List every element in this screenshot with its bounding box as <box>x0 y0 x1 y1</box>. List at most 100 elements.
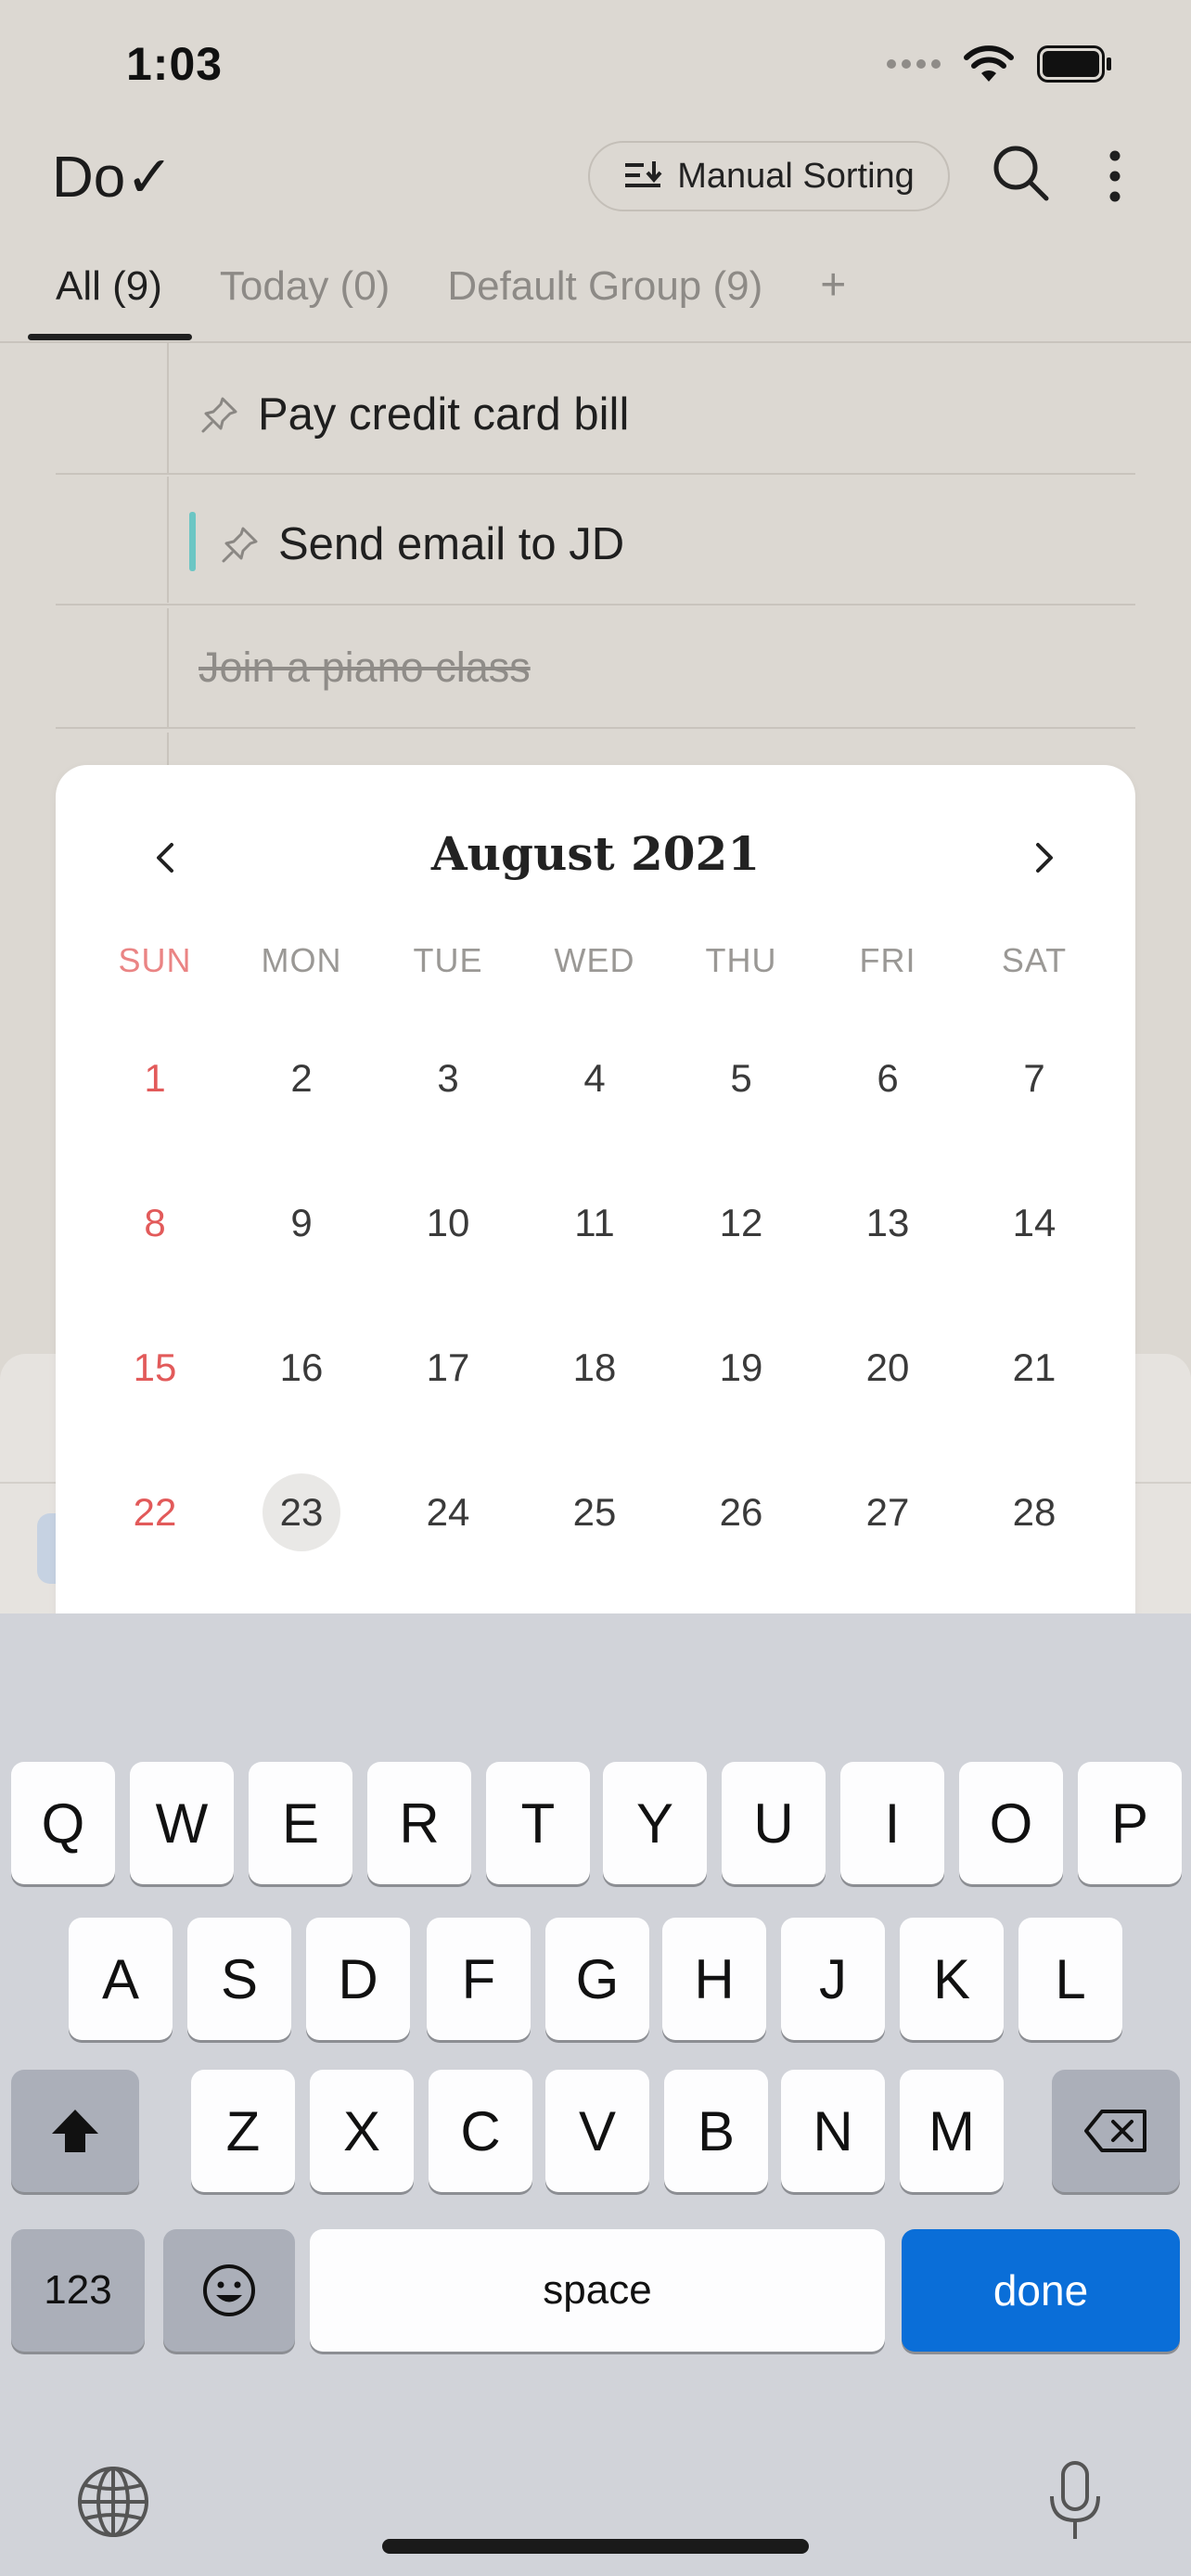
calendar-day[interactable]: 26 <box>702 1473 780 1551</box>
weekday-label: SUN <box>118 941 192 979</box>
key-d[interactable]: D <box>306 1918 410 2040</box>
pin-icon <box>222 527 258 563</box>
key-x[interactable]: X <box>310 2070 414 2192</box>
key-p[interactable]: P <box>1078 1762 1182 1884</box>
key-a[interactable]: A <box>69 1918 173 2040</box>
more-options-button[interactable] <box>1098 143 1132 210</box>
search-icon <box>993 146 1049 201</box>
app-title: Do✓ <box>52 146 174 210</box>
key-r[interactable]: R <box>367 1762 471 1884</box>
calendar-day[interactable]: 15 <box>116 1329 194 1407</box>
backspace-key[interactable] <box>1052 2070 1180 2192</box>
key-e[interactable]: E <box>249 1762 352 1884</box>
task-title: Pay credit card bill <box>258 389 630 440</box>
backspace-icon <box>1084 2110 1146 2152</box>
key-n[interactable]: N <box>781 2070 885 2192</box>
calendar-day[interactable]: 7 <box>995 1039 1073 1117</box>
calendar-day[interactable]: 10 <box>409 1184 487 1262</box>
task-item[interactable]: Send email to JD <box>221 512 624 577</box>
key-y[interactable]: Y <box>603 1762 707 1884</box>
row-divider <box>56 727 1135 729</box>
row-divider <box>56 604 1135 606</box>
key-z[interactable]: Z <box>191 2070 295 2192</box>
task-title: Join a piano class <box>198 644 531 691</box>
key-w[interactable]: W <box>130 1762 234 1884</box>
calendar-day[interactable]: 24 <box>409 1473 487 1551</box>
calendar-day[interactable]: 5 <box>702 1039 780 1117</box>
done-key[interactable]: done <box>902 2229 1180 2352</box>
key-k[interactable]: K <box>900 1918 1004 2040</box>
task-color-tag <box>189 512 196 571</box>
calendar-day[interactable]: 27 <box>849 1473 927 1551</box>
key-u[interactable]: U <box>722 1762 826 1884</box>
weekday-label: WED <box>554 941 635 979</box>
key-i[interactable]: I <box>840 1762 944 1884</box>
key-q[interactable]: Q <box>11 1762 115 1884</box>
tab-default-group[interactable]: Default Group (9) <box>447 254 762 310</box>
status-time: 1:03 <box>126 38 224 90</box>
timeline-divider <box>167 477 169 603</box>
key-o[interactable]: O <box>959 1762 1063 1884</box>
numbers-key[interactable]: 123 <box>11 2229 145 2352</box>
row-divider <box>56 473 1135 475</box>
tab-all[interactable]: All (9) <box>28 254 192 340</box>
weekday-label: THU <box>705 941 777 979</box>
tabs-divider <box>0 341 1191 343</box>
calendar-day[interactable]: 14 <box>995 1184 1073 1262</box>
timeline-divider <box>167 608 169 727</box>
calendar-day[interactable]: 23 <box>263 1473 340 1551</box>
calendar-day[interactable]: 18 <box>556 1329 634 1407</box>
next-month-button[interactable] <box>1017 830 1072 886</box>
emoji-key[interactable] <box>163 2229 295 2352</box>
key-g[interactable]: G <box>545 1918 649 2040</box>
calendar-day[interactable]: 20 <box>849 1329 927 1407</box>
globe-icon[interactable] <box>76 2465 150 2539</box>
group-tabs: All (9) Today (0) Default Group (9) + <box>28 254 846 343</box>
calendar-day[interactable]: 1 <box>116 1039 194 1117</box>
key-h[interactable]: H <box>662 1918 766 2040</box>
shift-icon <box>52 2110 98 2152</box>
add-group-button[interactable]: + <box>820 254 846 311</box>
key-c[interactable]: C <box>429 2070 532 2192</box>
calendar-day[interactable]: 3 <box>409 1039 487 1117</box>
key-l[interactable]: L <box>1018 1918 1122 2040</box>
key-j[interactable]: J <box>781 1918 885 2040</box>
calendar-day[interactable]: 17 <box>409 1329 487 1407</box>
more-vertical-icon <box>1109 150 1121 202</box>
calendar-day[interactable]: 22 <box>116 1473 194 1551</box>
calendar-day[interactable]: 25 <box>556 1473 634 1551</box>
timeline-divider <box>167 343 169 473</box>
weekday-label: MON <box>261 941 342 979</box>
search-button[interactable] <box>991 143 1050 202</box>
calendar-day[interactable]: 16 <box>263 1329 340 1407</box>
calendar-day[interactable]: 28 <box>995 1473 1073 1551</box>
key-s[interactable]: S <box>187 1918 291 2040</box>
calendar-day[interactable]: 19 <box>702 1329 780 1407</box>
key-b[interactable]: B <box>664 2070 768 2192</box>
calendar-day[interactable]: 12 <box>702 1184 780 1262</box>
task-item[interactable]: Pay credit card bill <box>200 382 629 447</box>
calendar-day[interactable]: 9 <box>263 1184 340 1262</box>
calendar-day[interactable]: 8 <box>116 1184 194 1262</box>
space-key[interactable]: space <box>310 2229 885 2352</box>
key-t[interactable]: T <box>486 1762 590 1884</box>
tab-today[interactable]: Today (0) <box>220 254 390 310</box>
task-item-completed[interactable]: Join a piano class <box>198 638 531 697</box>
task-title: Send email to JD <box>278 519 625 569</box>
key-f[interactable]: F <box>427 1918 531 2040</box>
battery-icon <box>1037 45 1111 83</box>
calendar-day[interactable]: 4 <box>556 1039 634 1117</box>
weekday-label: SAT <box>1001 941 1068 979</box>
calendar-day[interactable]: 21 <box>995 1329 1073 1407</box>
calendar-day[interactable]: 2 <box>263 1039 340 1117</box>
home-indicator <box>382 2539 809 2554</box>
manual-sorting-button[interactable]: Manual Sorting <box>588 141 950 211</box>
weekday-label: TUE <box>413 941 483 979</box>
key-m[interactable]: M <box>900 2070 1004 2192</box>
calendar-day[interactable]: 11 <box>556 1184 634 1262</box>
microphone-icon[interactable] <box>1046 2459 1104 2543</box>
calendar-day[interactable]: 6 <box>849 1039 927 1117</box>
shift-key[interactable] <box>11 2070 139 2192</box>
calendar-day[interactable]: 13 <box>849 1184 927 1262</box>
key-v[interactable]: V <box>545 2070 649 2192</box>
